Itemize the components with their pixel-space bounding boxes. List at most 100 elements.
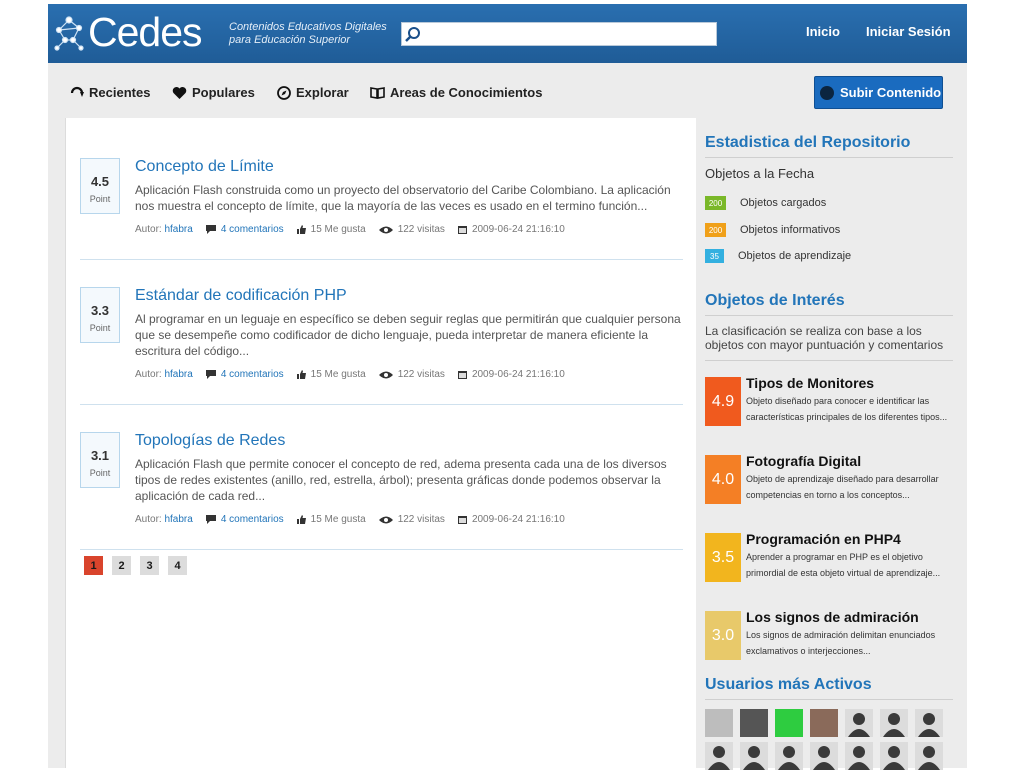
- stat-row: 200 Objetos informativos: [705, 223, 840, 237]
- user-avatar[interactable]: [810, 742, 838, 770]
- score-box: 3.1 Point: [80, 432, 120, 488]
- author-link[interactable]: hfabra: [164, 369, 192, 380]
- tagline: Contenidos Educativos Digitales para Edu…: [229, 21, 399, 47]
- thumbs-up-icon: [296, 515, 306, 524]
- main-content: 4.5 Point Concepto de Límite Aplicación …: [65, 118, 696, 768]
- page-4-button[interactable]: 4: [168, 556, 187, 575]
- nav-explorar[interactable]: Explorar: [277, 85, 349, 100]
- score-label: Point: [89, 194, 111, 204]
- user-silhouette-icon: [918, 713, 940, 737]
- interest-score: 4.0: [705, 455, 741, 504]
- author-link[interactable]: hfabra: [164, 514, 192, 525]
- upload-content-button[interactable]: Subir Contenido: [814, 76, 943, 109]
- post-title[interactable]: Topologías de Redes: [135, 432, 285, 450]
- score-box: 4.5 Point: [80, 158, 120, 214]
- user-avatar[interactable]: [740, 709, 768, 737]
- nav-areas-label: Areas de Conocimientos: [390, 85, 543, 100]
- likes-count: 15 Me gusta: [310, 224, 366, 235]
- interest-description: La clasificación se realiza con base a l…: [705, 324, 944, 352]
- post-meta: Autor: hfabra 4 comentarios 15 Me gusta …: [135, 369, 565, 380]
- interest-score: 3.5: [705, 533, 741, 582]
- thumbs-up-icon: [296, 370, 306, 379]
- divider: [705, 157, 953, 158]
- tagline-line-1: Contenidos Educativos Digitales: [229, 21, 387, 33]
- eye-icon: [378, 371, 393, 378]
- interest-score: 4.9: [705, 377, 741, 426]
- page-2-button[interactable]: 2: [112, 556, 131, 575]
- user-avatar[interactable]: [705, 742, 733, 770]
- navbar: Recientes Populares Explorar Areas de Co…: [48, 63, 967, 118]
- interest-item-title[interactable]: Tipos de Monitores: [746, 375, 874, 391]
- post-title[interactable]: Estándar de codificación PHP: [135, 287, 347, 305]
- post-divider: [80, 404, 683, 405]
- user-avatar[interactable]: [880, 709, 908, 737]
- post-meta: Autor: hfabra 4 comentarios 15 Me gusta …: [135, 224, 565, 235]
- upload-icon: [820, 85, 834, 100]
- user-silhouette-icon: [813, 746, 835, 770]
- stats-title: Estadistica del Repositorio: [705, 134, 911, 151]
- user-avatar[interactable]: [915, 742, 943, 770]
- comment-icon: [205, 370, 216, 379]
- author-label: Autor:: [135, 224, 162, 235]
- comments-link[interactable]: 4 comentarios: [221, 369, 284, 380]
- post-date: 2009-06-24 21:16:10: [471, 224, 565, 235]
- sidebar: Estadistica del Repositorio Objetos a la…: [696, 118, 956, 770]
- score-value: 3.1: [90, 448, 110, 463]
- stat-row: 35 Objetos de aprendizaje: [705, 249, 851, 263]
- comments-link[interactable]: 4 comentarios: [221, 514, 284, 525]
- user-silhouette-icon: [848, 746, 870, 770]
- network-logo-icon: [54, 16, 84, 51]
- user-avatar[interactable]: [810, 709, 838, 737]
- user-avatar[interactable]: [740, 742, 768, 770]
- upload-label: Subir Contenido: [840, 85, 942, 100]
- interest-item-description: Objeto diseñado para conocer e identific…: [746, 396, 948, 422]
- user-avatar[interactable]: [775, 709, 803, 737]
- views-count: 122 visitas: [397, 224, 445, 235]
- stat-label: Objetos cargados: [740, 197, 827, 209]
- user-avatar[interactable]: [705, 709, 733, 737]
- nav-explorar-label: Explorar: [296, 85, 349, 100]
- page-3-button[interactable]: 3: [140, 556, 159, 575]
- nav-areas[interactable]: Areas de Conocimientos: [370, 85, 542, 100]
- author-link[interactable]: hfabra: [164, 224, 192, 235]
- user-silhouette-icon: [848, 713, 870, 737]
- user-avatar[interactable]: [775, 742, 803, 770]
- score-label: Point: [89, 323, 111, 333]
- user-silhouette-icon: [708, 746, 730, 770]
- comments-link[interactable]: 4 comentarios: [221, 224, 284, 235]
- interest-item-description: Objeto de aprendizaje diseñado para desa…: [746, 474, 939, 500]
- score-value: 4.5: [90, 174, 110, 189]
- user-avatar[interactable]: [915, 709, 943, 737]
- interest-title: Objetos de Interés: [705, 292, 845, 309]
- eye-icon: [378, 516, 393, 523]
- interest-item-title[interactable]: Los signos de admiración: [746, 609, 919, 625]
- comment-icon: [205, 225, 216, 234]
- nav-recientes[interactable]: Recientes: [70, 85, 150, 100]
- post-date: 2009-06-24 21:16:10: [471, 514, 565, 525]
- stat-label: Objetos de aprendizaje: [738, 250, 852, 262]
- divider: [705, 699, 953, 700]
- user-silhouette-icon: [778, 746, 800, 770]
- link-inicio[interactable]: Inicio: [806, 24, 840, 39]
- link-iniciar-sesion[interactable]: Iniciar Sesión: [866, 24, 951, 39]
- interest-item-title[interactable]: Fotografía Digital: [746, 453, 861, 469]
- views-count: 122 visitas: [397, 514, 445, 525]
- interest-score: 3.0: [705, 611, 741, 660]
- interest-item-description: Aprender a programar en PHP es el objeti…: [746, 552, 941, 578]
- user-avatar[interactable]: [880, 742, 908, 770]
- nav-populares[interactable]: Populares: [172, 85, 255, 100]
- views-count: 122 visitas: [397, 369, 445, 380]
- post-title[interactable]: Concepto de Límite: [135, 158, 274, 176]
- logo[interactable]: Cedes: [51, 9, 211, 55]
- tagline-line-2: para Educación Superior: [229, 34, 351, 46]
- user-avatar[interactable]: [845, 742, 873, 770]
- calendar-icon: [457, 516, 467, 524]
- interest-item-title[interactable]: Programación en PHP4: [746, 531, 901, 547]
- stats-subtitle: Objetos a la Fecha: [705, 166, 815, 181]
- page-1-button[interactable]: 1: [84, 556, 103, 575]
- user-avatar[interactable]: [845, 709, 873, 737]
- user-silhouette-icon: [883, 746, 905, 770]
- search-input[interactable]: [401, 22, 717, 46]
- author-label: Autor:: [135, 369, 162, 380]
- stat-row: 200 Objetos cargados: [705, 196, 826, 210]
